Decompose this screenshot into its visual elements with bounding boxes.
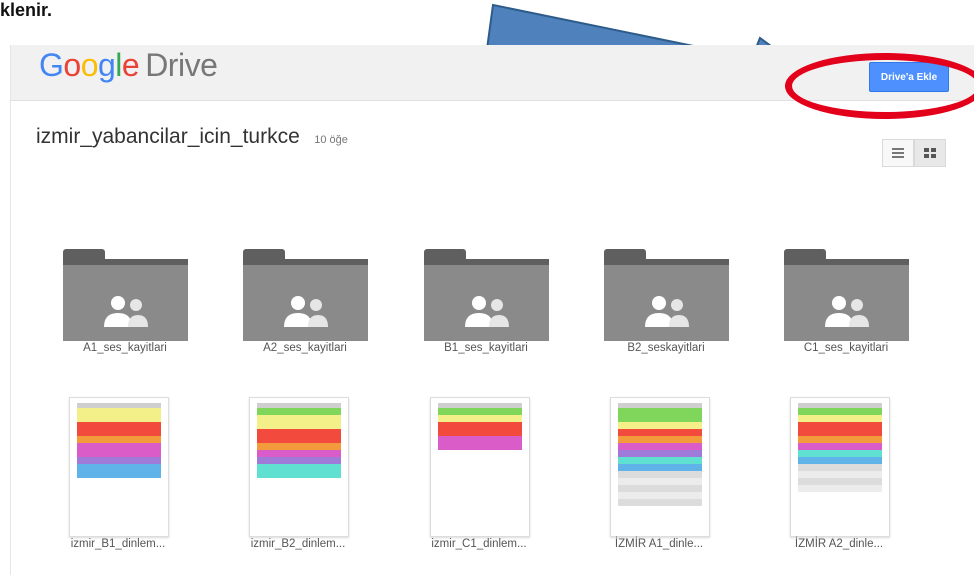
shared-folder-icon	[424, 259, 549, 341]
add-to-drive-button[interactable]: Drive'a Ekle	[869, 62, 949, 92]
file-label: izmir_B2_dinlem...	[250, 538, 346, 550]
spreadsheet-preview	[77, 403, 161, 478]
shared-folder-icon	[604, 259, 729, 341]
shared-folder-icon	[243, 259, 368, 341]
logo-letter-g: G	[39, 47, 64, 83]
file-item[interactable]	[790, 397, 890, 537]
folder-item[interactable]	[424, 249, 549, 341]
list-view-icon[interactable]	[882, 139, 914, 167]
people-icon	[825, 296, 869, 327]
folder-header: izmir_yabancilar_icin_turkce 10 öğe	[36, 125, 348, 149]
spreadsheet-preview	[618, 403, 702, 506]
logo-letter-l: l	[115, 47, 122, 83]
folder-label: B1_ses_kayitlari	[444, 342, 528, 354]
file-item[interactable]	[610, 397, 710, 537]
shared-folder-icon	[63, 259, 188, 341]
people-icon	[465, 296, 509, 327]
file-item[interactable]	[69, 397, 169, 537]
shared-folder-icon	[784, 259, 909, 341]
people-icon	[104, 296, 148, 327]
logo-letter-o1: o	[63, 47, 81, 83]
file-label: izmir_B1_dinlem...	[70, 538, 166, 550]
drive-window: Google Drive Drive'a Ekle izmir_yabancila…	[10, 45, 974, 575]
folder-label: B2_seskayitlari	[627, 342, 705, 354]
logo-product-name: Drive	[145, 47, 218, 83]
logo-letter-o2: o	[80, 47, 99, 83]
item-count: 10 öğe	[314, 134, 348, 146]
folder-item[interactable]	[604, 249, 729, 341]
grid-view-icon[interactable]	[914, 139, 946, 167]
folder-item[interactable]	[784, 249, 909, 341]
spreadsheet-preview	[257, 403, 341, 478]
file-label: İZMİR A2_dinle...	[794, 538, 884, 550]
logo-letter-e: e	[121, 47, 140, 83]
file-item[interactable]	[249, 397, 349, 537]
google-drive-logo[interactable]: Google Drive	[39, 47, 218, 84]
folder-title: izmir_yabancilar_icin_turkce	[36, 125, 300, 148]
folder-label: A1_ses_kayitlari	[83, 342, 167, 354]
spreadsheet-preview	[798, 403, 882, 492]
logo-letter-g2: g	[97, 47, 116, 83]
view-toggle	[882, 139, 946, 167]
people-icon	[645, 296, 689, 327]
file-item[interactable]	[430, 397, 530, 537]
folder-item[interactable]	[243, 249, 368, 341]
spreadsheet-preview	[438, 403, 522, 450]
header-bar: Google Drive Drive'a Ekle	[11, 45, 974, 101]
file-label: İZMİR A1_dinle...	[614, 538, 704, 550]
folder-item[interactable]	[63, 249, 188, 341]
folder-label: A2_ses_kayitlari	[263, 342, 347, 354]
file-label: izmir_C1_dinlem...	[431, 538, 527, 550]
people-icon	[284, 296, 328, 327]
folder-label: C1_ses_kayitlari	[803, 342, 889, 354]
